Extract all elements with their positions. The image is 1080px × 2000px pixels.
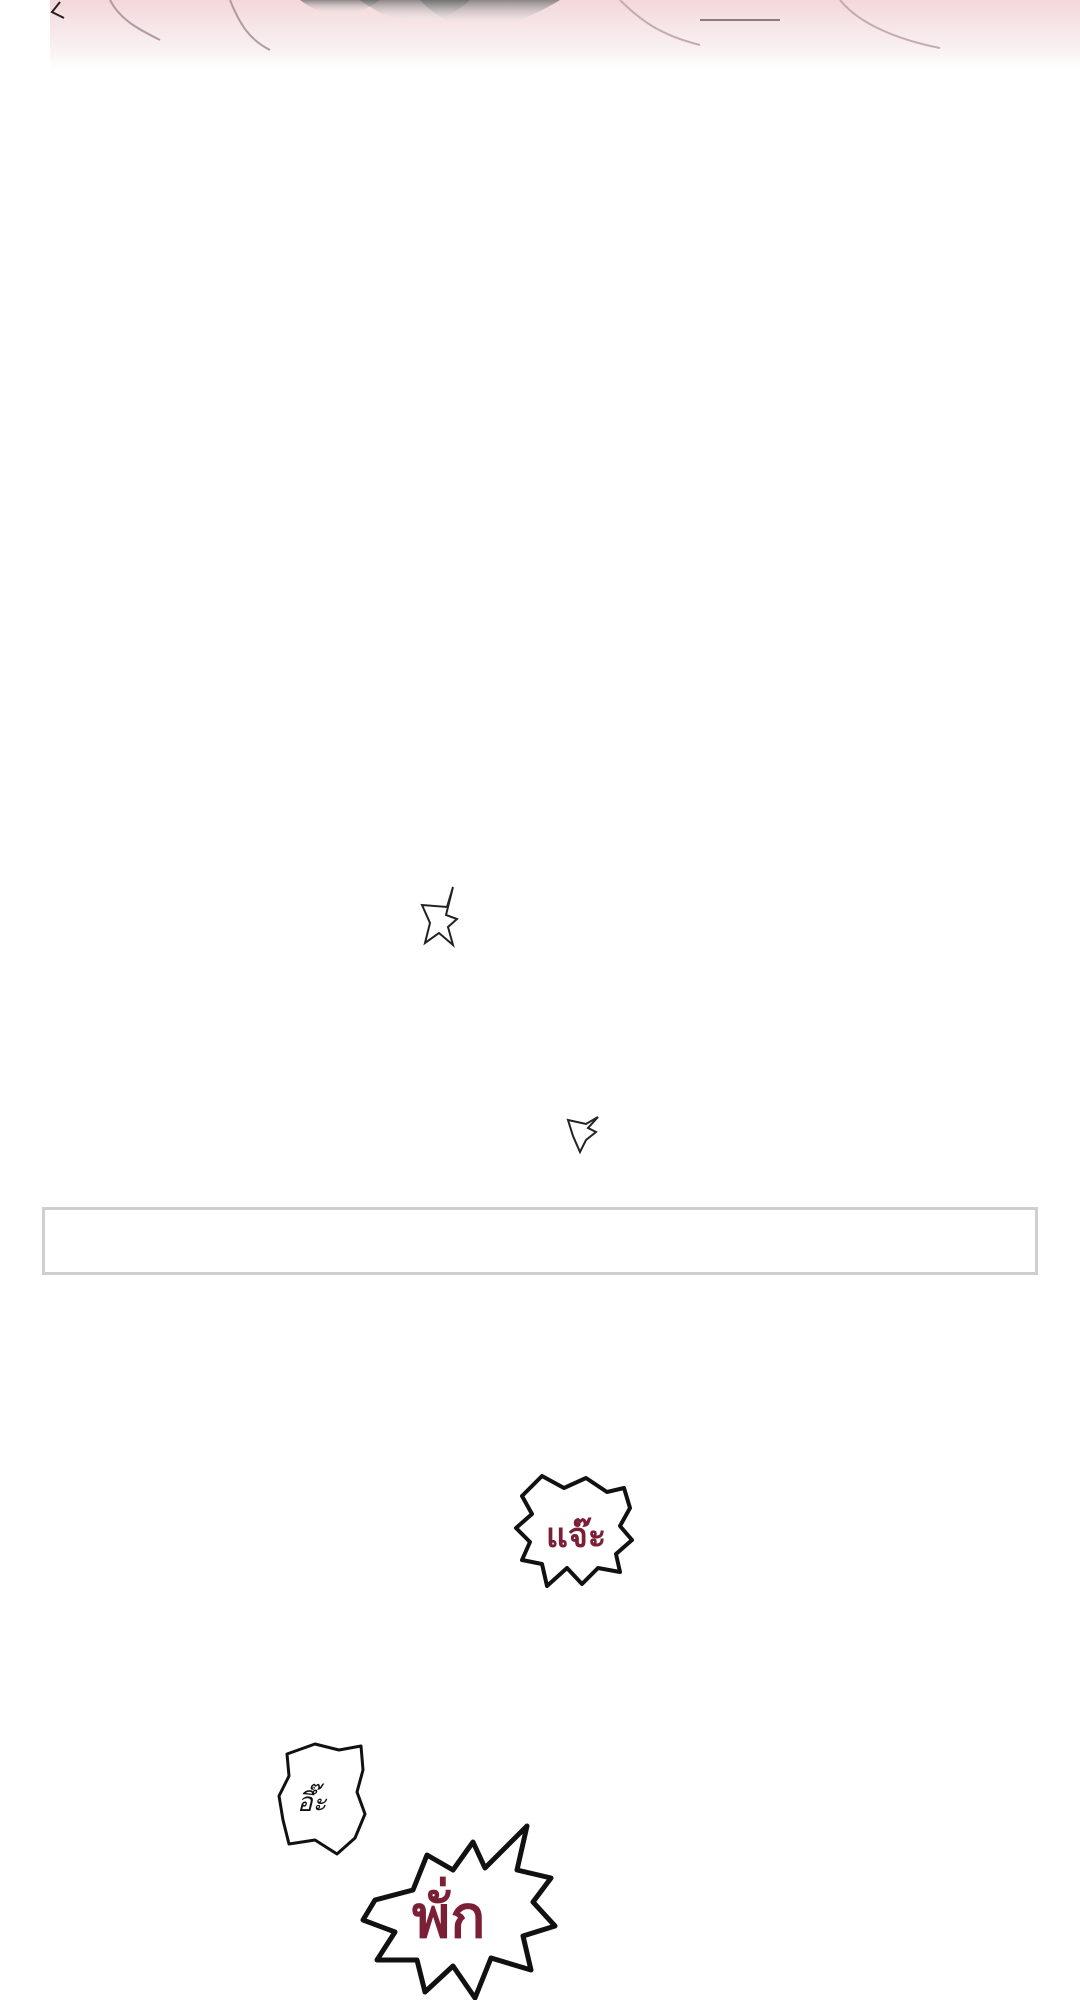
- burst-mark-2: [566, 1116, 599, 1155]
- empty-panel-frame: [42, 1207, 1038, 1275]
- sfx-text-slap: แจ๊ะ: [546, 1516, 607, 1556]
- comic-panel: แจ๊ะ อึ๊ะ พั่ก: [0, 0, 1080, 2000]
- burst-mark-1: [420, 886, 459, 948]
- sfx-text-thud: พั่ก: [412, 1883, 486, 1951]
- sfx-text-gasp: อึ๊ะ: [297, 1788, 327, 1818]
